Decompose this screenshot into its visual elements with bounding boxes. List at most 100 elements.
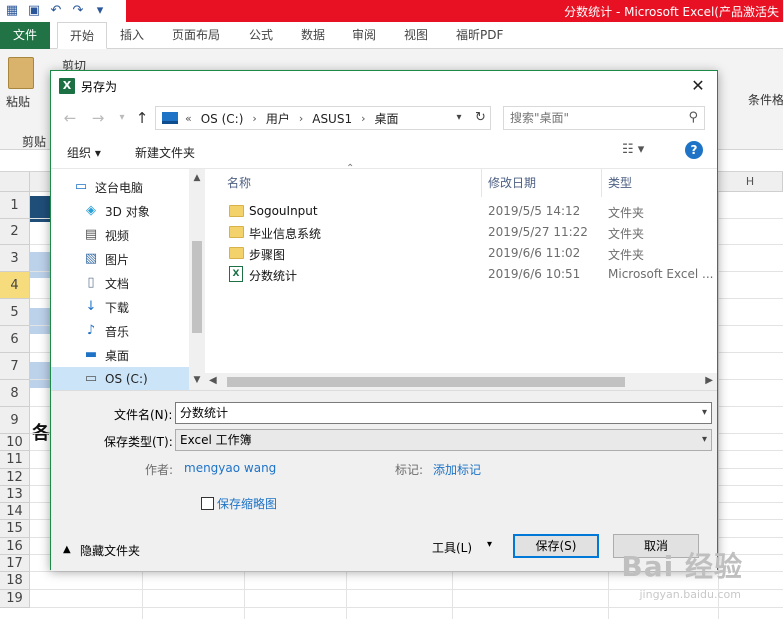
- back-button[interactable]: ←: [61, 109, 79, 127]
- author-value[interactable]: mengyao wang: [184, 461, 276, 475]
- save-icon[interactable]: ▣: [26, 3, 42, 19]
- row-header[interactable]: 14: [0, 503, 30, 520]
- row-header[interactable]: 4: [0, 272, 30, 299]
- address-dropdown-icon[interactable]: ▾: [452, 110, 466, 126]
- row-header[interactable]: 6: [0, 326, 30, 353]
- search-icon[interactable]: ⚲: [688, 110, 698, 125]
- tree-item[interactable]: ♪ 音乐: [51, 319, 191, 343]
- chevron-right-icon[interactable]: ›: [296, 112, 306, 125]
- thumbnail-label[interactable]: 保存缩略图: [217, 495, 277, 512]
- tab-formulas[interactable]: 公式: [249, 22, 273, 49]
- chevron-up-icon[interactable]: ▲: [63, 544, 71, 555]
- tab-review[interactable]: 审阅: [352, 22, 376, 49]
- tree-item[interactable]: ▭ 这台电脑: [51, 175, 191, 199]
- row-header[interactable]: 12: [0, 469, 30, 486]
- view-options-button[interactable]: ☷ ▾: [622, 142, 644, 157]
- row-header[interactable]: 7: [0, 353, 30, 380]
- breadcrumb-desktop[interactable]: 桌面: [369, 110, 405, 127]
- up-button[interactable]: ↑: [133, 109, 151, 127]
- refresh-button[interactable]: ↻: [471, 106, 491, 130]
- new-folder-button[interactable]: 新建文件夹: [135, 144, 195, 161]
- tab-page-layout[interactable]: 页面布局: [172, 22, 220, 49]
- file-row[interactable]: X 分数统计 2019/6/6 10:51 Microsoft Excel ...: [205, 264, 717, 285]
- file-row[interactable]: 毕业信息系统 2019/5/27 11:22 文件夹: [205, 222, 717, 243]
- row-header[interactable]: 15: [0, 520, 30, 538]
- tab-view[interactable]: 视图: [404, 22, 428, 49]
- tree-scrollbar[interactable]: ▲ ▼: [189, 169, 205, 390]
- row-header[interactable]: 19: [0, 590, 30, 608]
- file-list-scrollbar[interactable]: ◀ ▶: [205, 373, 717, 390]
- tab-file[interactable]: 文件: [0, 22, 50, 49]
- tree-item[interactable]: ▤ 视频: [51, 223, 191, 247]
- select-all-corner[interactable]: [0, 172, 30, 192]
- tree-item[interactable]: ▭ OS (C:): [51, 367, 191, 390]
- hide-folders-button[interactable]: 隐藏文件夹: [80, 542, 140, 559]
- scroll-down-icon[interactable]: ▼: [192, 375, 202, 385]
- redo-icon[interactable]: ↷: [70, 3, 86, 19]
- address-bar[interactable]: « OS (C:) › 用户 › ASUS1 › 桌面 ▾: [155, 106, 489, 130]
- file-modified: 2019/6/6 10:51: [488, 267, 581, 281]
- file-row[interactable]: 步骤图 2019/6/6 11:02 文件夹: [205, 243, 717, 264]
- scroll-right-icon[interactable]: ▶: [705, 375, 713, 386]
- scroll-up-icon[interactable]: ▲: [192, 173, 202, 183]
- tab-insert[interactable]: 插入: [120, 22, 144, 49]
- chevron-right-icon[interactable]: ›: [249, 112, 259, 125]
- tab-home[interactable]: 开始: [57, 22, 107, 49]
- tree-item[interactable]: ↓ 下载: [51, 295, 191, 319]
- tree-item[interactable]: ▧ 图片: [51, 247, 191, 271]
- row-header[interactable]: 11: [0, 451, 30, 469]
- undo-icon[interactable]: ↶: [48, 3, 64, 19]
- organize-button[interactable]: 组织 ▾: [67, 144, 101, 161]
- tab-foxit-pdf[interactable]: 福昕PDF: [456, 22, 503, 49]
- chevron-right-icon[interactable]: ›: [358, 112, 368, 125]
- paste-button[interactable]: 粘贴: [6, 93, 30, 110]
- search-input[interactable]: [510, 110, 670, 126]
- chevron-down-icon[interactable]: ▾: [702, 403, 707, 423]
- thumbnail-checkbox[interactable]: [201, 497, 214, 510]
- row-header[interactable]: 17: [0, 555, 30, 572]
- help-button[interactable]: ?: [685, 141, 703, 159]
- save-button[interactable]: 保存(S): [513, 534, 599, 558]
- column-header-type[interactable]: 类型: [602, 169, 717, 197]
- scroll-thumb[interactable]: [192, 241, 202, 333]
- row-header[interactable]: 16: [0, 538, 30, 555]
- row-header[interactable]: 10: [0, 434, 30, 451]
- watermark-url: jingyan.baidu.com: [639, 588, 741, 601]
- forward-button[interactable]: →: [89, 109, 107, 127]
- tools-button[interactable]: 工具(L): [432, 539, 472, 556]
- file-row[interactable]: SogouInput 2019/5/5 14:12 文件夹: [205, 201, 717, 222]
- tree-item[interactable]: ▬ 桌面: [51, 343, 191, 367]
- row-header[interactable]: 18: [0, 572, 30, 590]
- tree-item[interactable]: ◈ 3D 对象: [51, 199, 191, 223]
- search-box[interactable]: ⚲: [503, 106, 705, 130]
- chevron-down-icon[interactable]: ▾: [702, 430, 707, 450]
- paste-icon[interactable]: [8, 57, 34, 89]
- breadcrumb-os-c[interactable]: OS (C:): [195, 112, 250, 126]
- filetype-select[interactable]: Excel 工作簿 ▾: [175, 429, 712, 451]
- row-header[interactable]: 9: [0, 407, 30, 434]
- close-button[interactable]: ✕: [685, 74, 711, 98]
- breadcrumb-asus1[interactable]: ASUS1: [306, 112, 358, 126]
- column-header-name[interactable]: 名称: [205, 169, 482, 197]
- tags-value[interactable]: 添加标记: [433, 461, 481, 478]
- list-view-icon: ☷ ▾: [622, 142, 645, 157]
- row-header[interactable]: 8: [0, 380, 30, 407]
- row-header[interactable]: 5: [0, 299, 30, 326]
- scroll-left-icon[interactable]: ◀: [209, 375, 217, 386]
- customize-qat-icon[interactable]: ▾: [92, 3, 108, 19]
- tab-data[interactable]: 数据: [301, 22, 325, 49]
- row-header[interactable]: 13: [0, 486, 30, 503]
- row-header[interactable]: 3: [0, 245, 30, 272]
- filename-input[interactable]: 分数统计 ▾: [175, 402, 712, 424]
- conditional-format-button[interactable]: 条件格: [748, 91, 783, 108]
- scroll-thumb[interactable]: [227, 377, 625, 387]
- column-header-h[interactable]: H: [718, 172, 783, 192]
- breadcrumb-users[interactable]: 用户: [260, 110, 296, 127]
- row-header[interactable]: 1: [0, 192, 30, 219]
- recent-locations-button[interactable]: ▾: [113, 109, 131, 127]
- tools-dropdown-icon[interactable]: ▾: [487, 539, 492, 550]
- breadcrumb-overflow[interactable]: «: [182, 112, 195, 125]
- column-header-modified[interactable]: 修改日期: [482, 169, 602, 197]
- tree-item[interactable]: ▯ 文档: [51, 271, 191, 295]
- row-header[interactable]: 2: [0, 219, 30, 245]
